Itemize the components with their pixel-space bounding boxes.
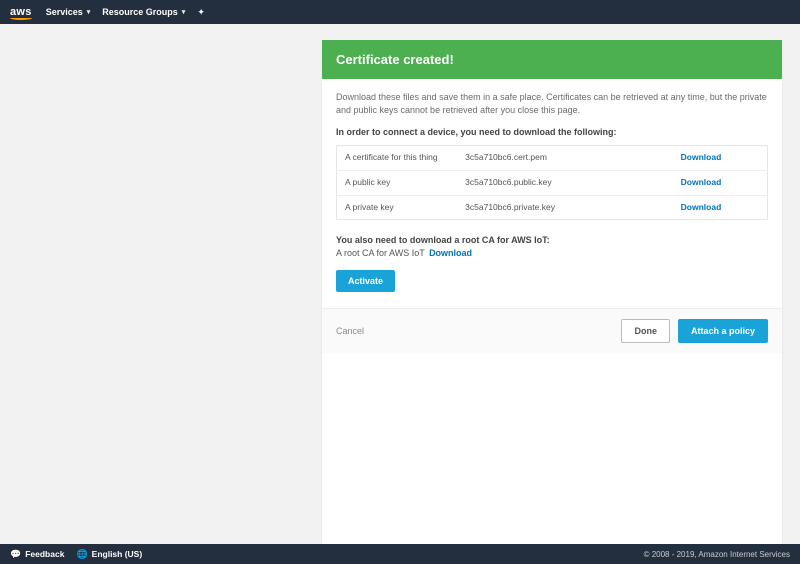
public-key-label: A public key (337, 170, 458, 195)
private-key-label: A private key (337, 195, 458, 220)
aws-logo[interactable]: aws (10, 7, 32, 18)
table-row: A certificate for this thing 3c5a710bc6.… (337, 145, 768, 170)
main-area: Certificate created! Download these file… (0, 24, 800, 544)
nav-resource-groups[interactable]: Resource Groups ▾ (102, 7, 185, 17)
panel-description: Download these files and save them in a … (336, 91, 768, 116)
cancel-link[interactable]: Cancel (336, 326, 364, 336)
copyright-text: © 2008 - 2019, Amazon Internet Services (644, 550, 790, 559)
cert-panel: Certificate created! Download these file… (322, 40, 782, 544)
download-cert-link[interactable]: Download (681, 152, 722, 162)
panel-title: Certificate created! (322, 40, 782, 79)
caret-down-icon: ▾ (87, 8, 91, 16)
nav-services-label: Services (46, 7, 83, 17)
download-private-key-link[interactable]: Download (681, 202, 722, 212)
panel-footer: Cancel Done Attach a policy (322, 308, 782, 353)
globe-icon: 🌐 (76, 549, 87, 560)
activate-button[interactable]: Activate (336, 270, 395, 292)
private-key-filename: 3c5a710bc6.private.key (457, 195, 673, 220)
pin-icon[interactable]: ✦ (197, 7, 205, 18)
language-label: English (US) (92, 549, 143, 559)
done-button[interactable]: Done (621, 319, 670, 343)
download-instruction: In order to connect a device, you need t… (336, 126, 768, 139)
download-public-key-link[interactable]: Download (681, 177, 722, 187)
speech-bubble-icon: 💬 (10, 549, 21, 560)
public-key-filename: 3c5a710bc6.public.key (457, 170, 673, 195)
table-row: A private key 3c5a710bc6.private.key Dow… (337, 195, 768, 220)
root-ca-text: A root CA for AWS IoT (336, 248, 425, 258)
top-nav: aws Services ▾ Resource Groups ▾ ✦ (0, 0, 800, 24)
attach-policy-button[interactable]: Attach a policy (678, 319, 768, 343)
cert-label: A certificate for this thing (337, 145, 458, 170)
download-table: A certificate for this thing 3c5a710bc6.… (336, 145, 768, 221)
caret-down-icon: ▾ (182, 8, 186, 16)
table-row: A public key 3c5a710bc6.public.key Downl… (337, 170, 768, 195)
nav-services[interactable]: Services ▾ (46, 7, 91, 17)
panel-body: Download these files and save them in a … (322, 79, 782, 308)
feedback-label: Feedback (25, 549, 64, 559)
download-root-ca-link[interactable]: Download (429, 248, 472, 258)
root-ca-header: You also need to download a root CA for … (336, 234, 768, 247)
cert-filename: 3c5a710bc6.cert.pem (457, 145, 673, 170)
feedback-link[interactable]: 💬 Feedback (10, 549, 64, 560)
root-ca-section: You also need to download a root CA for … (336, 234, 768, 259)
bottom-bar: 💬 Feedback 🌐 English (US) © 2008 - 2019,… (0, 544, 800, 564)
nav-resource-groups-label: Resource Groups (102, 7, 178, 17)
language-selector[interactable]: 🌐 English (US) (76, 549, 142, 560)
